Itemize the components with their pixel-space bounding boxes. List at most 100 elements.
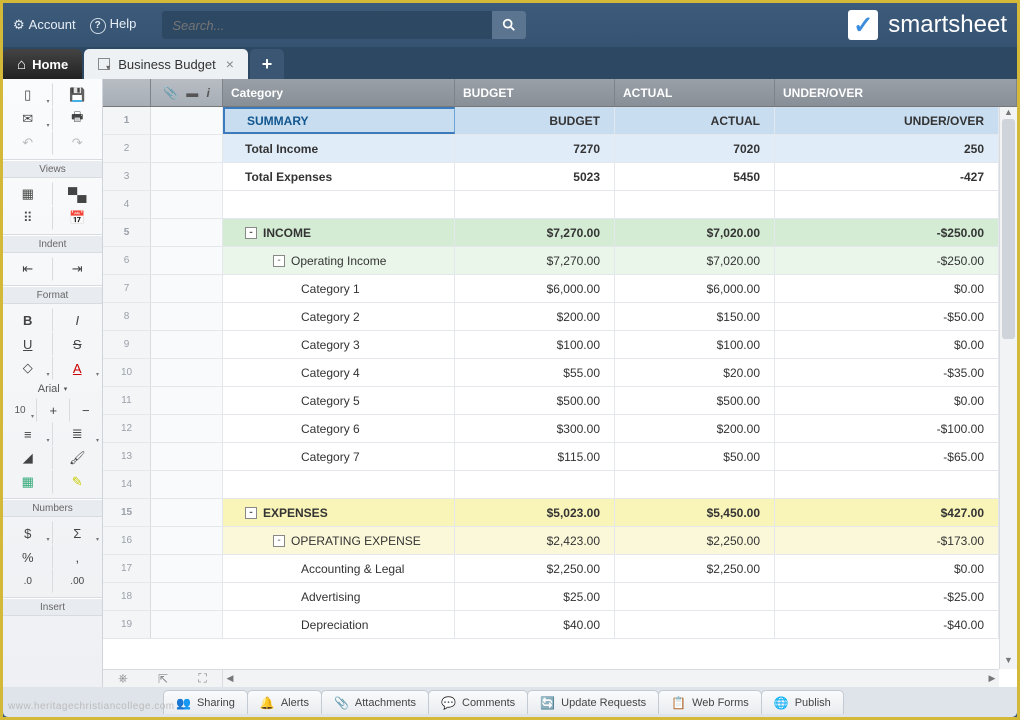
align-h-icon[interactable]: ≡▾: [3, 422, 53, 446]
view-card-icon[interactable]: ⠿: [3, 206, 53, 230]
cell-budget[interactable]: [455, 471, 615, 498]
font-decrease-icon[interactable]: −: [70, 398, 103, 422]
format-painter-icon[interactable]: 🖌: [53, 446, 103, 470]
tab-webforms[interactable]: 📋Web Forms: [658, 690, 762, 714]
grid-row[interactable]: 6-Operating Income$7,270.00$7,020.00-$25…: [103, 247, 999, 275]
cell-underover[interactable]: -$50.00: [775, 303, 999, 330]
cell-category[interactable]: Category 4: [223, 359, 455, 386]
cell-budget[interactable]: [455, 191, 615, 218]
font-name-select[interactable]: Arial▾: [3, 380, 102, 398]
cell-budget[interactable]: $115.00: [455, 443, 615, 470]
grid-row[interactable]: 17Accounting & Legal$2,250.00$2,250.00$0…: [103, 555, 999, 583]
cell-budget[interactable]: BUDGET: [455, 107, 615, 134]
cell-budget[interactable]: $2,250.00: [455, 555, 615, 582]
currency-icon[interactable]: $▾: [3, 521, 53, 545]
cell-budget[interactable]: $100.00: [455, 331, 615, 358]
scroll-thumb[interactable]: [1002, 119, 1015, 339]
help-link[interactable]: Help: [90, 16, 137, 34]
cell-underover[interactable]: -$100.00: [775, 415, 999, 442]
cell-category[interactable]: Category 1: [223, 275, 455, 302]
cell-underover[interactable]: -$35.00: [775, 359, 999, 386]
horizontal-scrollbar[interactable]: ⎈ ⇱ ⛶ ◀ ▶: [103, 669, 999, 687]
cell-underover[interactable]: -$250.00: [775, 219, 999, 246]
clear-format-icon[interactable]: ◢: [3, 446, 53, 470]
search-input[interactable]: [162, 18, 492, 33]
cell-category[interactable]: Category 6: [223, 415, 455, 442]
scroll-right-icon[interactable]: ▶: [985, 673, 999, 684]
cell-actual[interactable]: [615, 583, 775, 610]
grid-row[interactable]: 15-EXPENSES$5,023.00$5,450.00$427.00: [103, 499, 999, 527]
scroll-down-icon[interactable]: ▼: [1000, 655, 1017, 669]
account-link[interactable]: Account: [13, 17, 76, 33]
tool-undo-icon[interactable]: ↶: [3, 131, 53, 155]
conditional-format-icon[interactable]: ▦: [3, 470, 53, 494]
tab-updates[interactable]: 🔄Update Requests: [527, 690, 659, 714]
cell-category[interactable]: Total Income: [223, 135, 455, 162]
grid-row[interactable]: 10Category 4$55.00$20.00-$35.00: [103, 359, 999, 387]
cell-budget[interactable]: $6,000.00: [455, 275, 615, 302]
cell-actual[interactable]: $2,250.00: [615, 527, 775, 554]
cell-actual[interactable]: [615, 471, 775, 498]
cell-underover[interactable]: UNDER/OVER: [775, 107, 999, 134]
tab-publish[interactable]: 🌐Publish: [761, 690, 844, 714]
cell-underover[interactable]: -$65.00: [775, 443, 999, 470]
grid-row[interactable]: 3Total Expenses50235450-427: [103, 163, 999, 191]
view-calendar-icon[interactable]: 📅: [53, 206, 103, 230]
cell-category[interactable]: -EXPENSES: [223, 499, 455, 526]
toggle-icon[interactable]: -: [273, 535, 285, 547]
cell-actual[interactable]: $6,000.00: [615, 275, 775, 302]
collapse-icon[interactable]: ⇱: [158, 672, 168, 686]
outdent-icon[interactable]: ⇤: [3, 257, 53, 281]
cell-budget[interactable]: $2,423.00: [455, 527, 615, 554]
cell-underover[interactable]: [775, 191, 999, 218]
toggle-icon[interactable]: -: [273, 255, 285, 267]
cell-category[interactable]: Category 2: [223, 303, 455, 330]
tab-home[interactable]: Home: [3, 49, 82, 79]
cell-actual[interactable]: $2,250.00: [615, 555, 775, 582]
cell-actual[interactable]: $20.00: [615, 359, 775, 386]
cell-actual[interactable]: $150.00: [615, 303, 775, 330]
cell-actual[interactable]: $500.00: [615, 387, 775, 414]
highlight-icon[interactable]: ✎: [53, 470, 103, 494]
cell-budget[interactable]: $7,270.00: [455, 247, 615, 274]
grid-row[interactable]: 8Category 2$200.00$150.00-$50.00: [103, 303, 999, 331]
col-actual[interactable]: ACTUAL: [615, 79, 775, 106]
vertical-scrollbar[interactable]: ▲ ▼: [999, 107, 1017, 669]
scroll-left-icon[interactable]: ◀: [223, 673, 237, 684]
cell-category[interactable]: SUMMARY: [223, 107, 455, 134]
cell-actual[interactable]: $100.00: [615, 331, 775, 358]
tab-attachments[interactable]: 📎Attachments: [321, 690, 429, 714]
percent-icon[interactable]: %: [3, 545, 53, 569]
cell-budget[interactable]: 7270: [455, 135, 615, 162]
strike-icon[interactable]: S: [53, 332, 103, 356]
col-underover[interactable]: UNDER/OVER: [775, 79, 1017, 106]
col-category[interactable]: Category: [223, 79, 455, 106]
cell-actual[interactable]: 7020: [615, 135, 775, 162]
cell-actual[interactable]: 5450: [615, 163, 775, 190]
goto-icon[interactable]: ⎈: [118, 671, 128, 686]
grid-row[interactable]: 2Total Income72707020250: [103, 135, 999, 163]
cell-budget[interactable]: $5,023.00: [455, 499, 615, 526]
cell-underover[interactable]: -$250.00: [775, 247, 999, 274]
cell-category[interactable]: [223, 471, 455, 498]
tab-sharing[interactable]: 👥Sharing: [163, 690, 248, 714]
close-icon[interactable]: ×: [226, 56, 234, 72]
italic-icon[interactable]: I: [53, 308, 103, 332]
toggle-icon[interactable]: -: [245, 507, 257, 519]
cell-budget[interactable]: $500.00: [455, 387, 615, 414]
cell-actual[interactable]: $7,020.00: [615, 247, 775, 274]
cell-category[interactable]: Category 5: [223, 387, 455, 414]
cell-actual[interactable]: [615, 191, 775, 218]
cell-category[interactable]: Category 3: [223, 331, 455, 358]
tab-add[interactable]: +: [250, 49, 284, 79]
grid-row[interactable]: 7Category 1$6,000.00$6,000.00$0.00: [103, 275, 999, 303]
cell-underover[interactable]: $427.00: [775, 499, 999, 526]
grid-row[interactable]: 5-INCOME$7,270.00$7,020.00-$250.00: [103, 219, 999, 247]
sum-icon[interactable]: Σ▾: [53, 521, 103, 545]
cell-actual[interactable]: $50.00: [615, 443, 775, 470]
cell-underover[interactable]: [775, 471, 999, 498]
cell-category[interactable]: Advertising: [223, 583, 455, 610]
cell-underover[interactable]: -$25.00: [775, 583, 999, 610]
expand-icon[interactable]: ⛶: [198, 671, 206, 686]
grid-row[interactable]: 13Category 7$115.00$50.00-$65.00: [103, 443, 999, 471]
